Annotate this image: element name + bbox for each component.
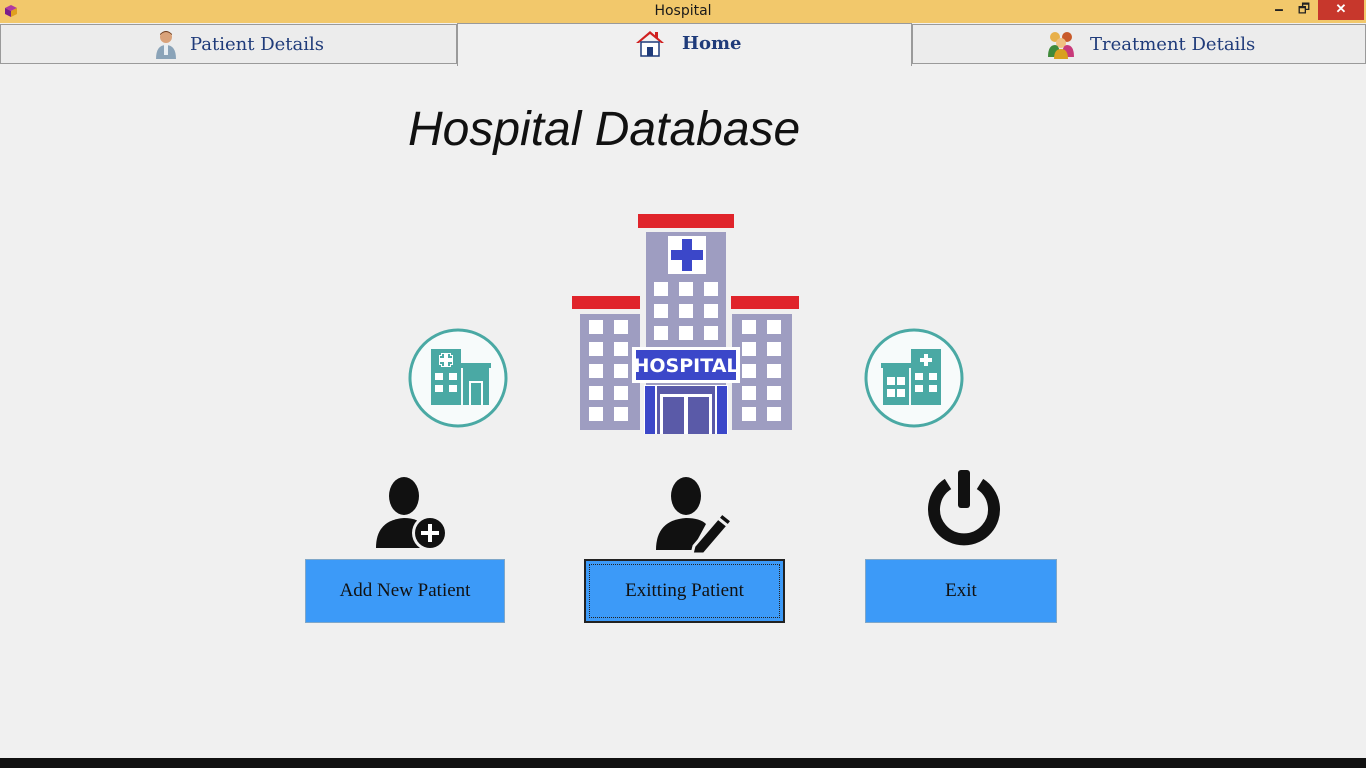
add-new-patient-button[interactable]: Add New Patient [305,559,505,623]
tab-home-label: Home [682,33,742,54]
tab-treatment-details[interactable]: Treatment Details [912,24,1366,64]
tab-home[interactable]: Home [457,23,912,66]
hospital-sign-text: HOSPITAL [633,355,738,377]
page-title: Hospital Database [408,103,801,156]
clinic-building-icon-left [408,328,508,428]
minimize-button[interactable]: 🗕 [1266,0,1292,20]
power-icon [928,470,1000,546]
window-title: Hospital [654,3,712,19]
house-icon [636,31,664,57]
existing-patient-button[interactable]: Exitting Patient [584,559,785,623]
hospital-building-icon: HOSPITAL [572,214,799,434]
people-group-icon [1048,32,1074,59]
exit-button[interactable]: Exit [865,559,1057,623]
restore-button[interactable]: 🗗 [1291,0,1317,20]
tab-patient-details-label: Patient Details [190,34,325,55]
add-user-icon [376,477,448,551]
tab-treatment-details-label: Treatment Details [1090,34,1256,55]
patient-person-icon [156,31,176,59]
tab-bar: Patient Details Home Treatment Details [0,23,1366,66]
clinic-building-icon-right [864,328,964,428]
close-button[interactable]: ✕ [1318,0,1364,20]
taskbar-strip [0,758,1366,768]
edit-user-icon [656,477,732,554]
tab-patient-details[interactable]: Patient Details [0,24,457,64]
window-titlebar: Hospital 🗕 🗗 ✕ [0,0,1366,23]
